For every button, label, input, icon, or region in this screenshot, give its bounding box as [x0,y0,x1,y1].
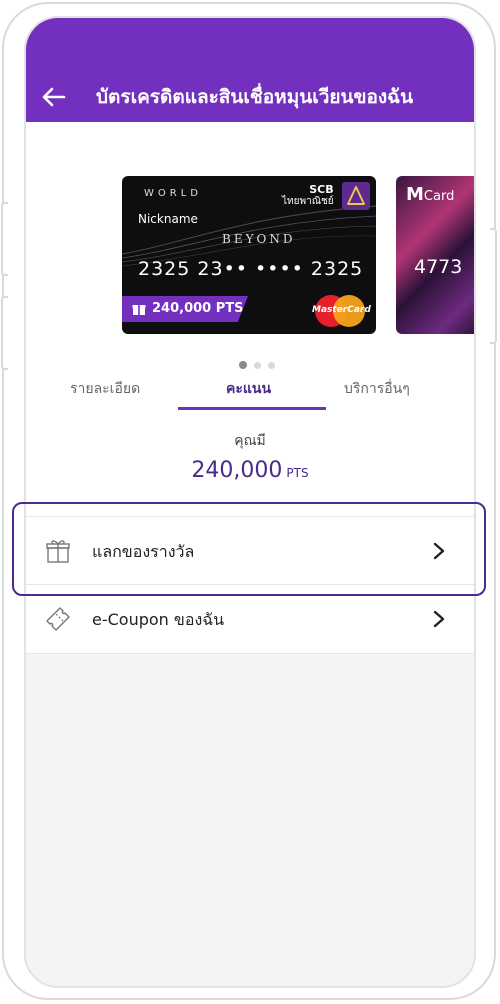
volume-down-button [1,296,8,370]
menu-item-label: e-Coupon ของฉัน [92,610,225,629]
highlight-frame [12,502,486,596]
card2-brand-letter: M [406,184,424,205]
carousel-indicator [239,354,282,369]
scb-logo-icon [342,182,370,210]
bank-name-en: SCB [309,183,334,196]
credit-card-main[interactable]: WORLD Nickname BEYOND 2325 23•• •••• 232… [122,176,376,334]
card-number: 2325 23•• •••• 2325 [138,258,364,280]
tab-details[interactable]: รายละเอียด [70,378,140,400]
carousel-dot[interactable] [268,362,275,369]
card2-brand: MCard [406,184,454,205]
volume-up-button [1,202,8,276]
card-points-text: 240,000 PTS [152,301,244,316]
card2-brand-suffix: Card [423,189,455,204]
bank-name-th: ไทยพาณิชย์ [282,196,334,207]
card-product-name: BEYOND [222,232,296,246]
points-label: คุณมี [234,433,266,449]
power-button [490,228,497,344]
card2-number: 4773 [414,256,463,278]
card-tier: WORLD [144,188,202,199]
points-unit: PTS [286,466,309,480]
gift-icon [132,305,146,315]
back-arrow-icon[interactable] [40,84,66,110]
tab-other-services[interactable]: บริการอื่นๆ [344,378,410,400]
card-points-badge: 240,000 PTS [122,296,248,322]
points-number: 240,000 [191,458,283,483]
credit-card-second[interactable]: MCard 4773 [396,176,474,334]
app-header: บัตรเครดิตและสินเชื่อหมุนเวียนของฉัน [26,18,474,122]
card-bank-name: SCB ไทยพาณิชย์ [282,184,334,208]
card-nickname: Nickname [138,212,198,226]
chevron-right-icon [433,610,445,628]
card-network: MasterCard [312,305,371,315]
points-value: 240,000 PTS [26,458,474,483]
tab-bar: รายละเอียด คะแนน บริการอื่นๆ [26,374,474,410]
active-tab-underline [178,407,326,410]
tab-points[interactable]: คะแนน [226,378,271,400]
page-title: บัตรเครดิตและสินเชื่อหมุนเวียนของฉัน [96,86,414,108]
carousel-dot[interactable] [254,362,261,369]
coupon-icon [46,607,70,631]
carousel-dot[interactable] [239,361,247,369]
